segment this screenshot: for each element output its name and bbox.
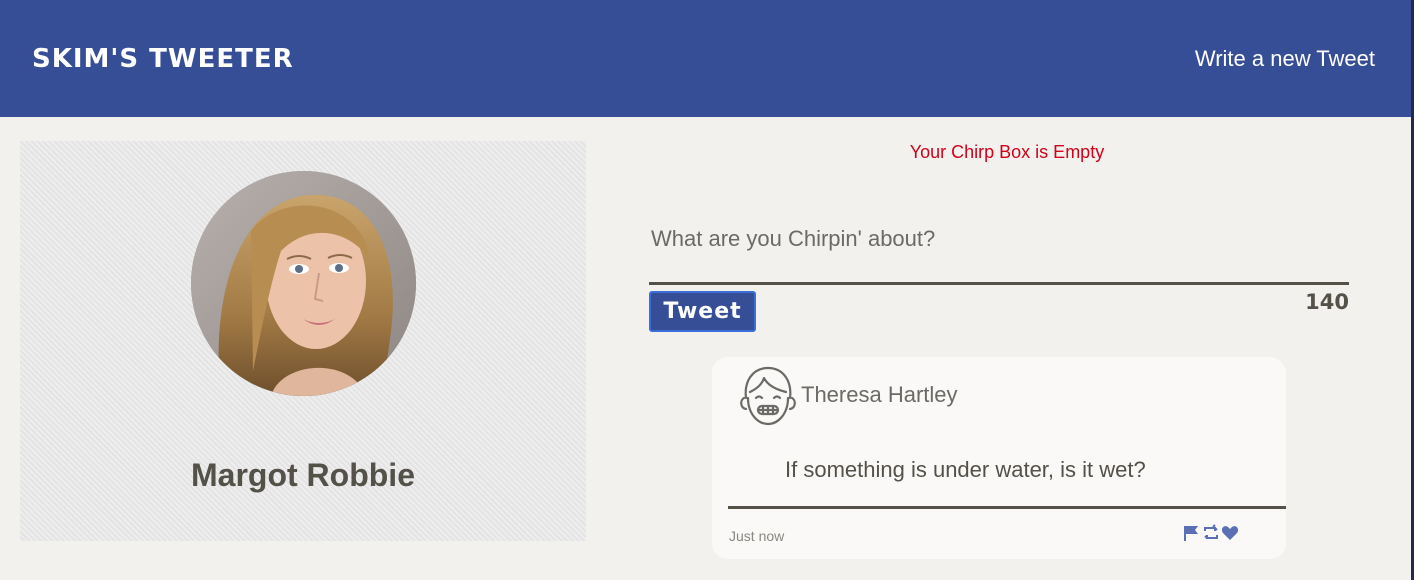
char-counter: 140 xyxy=(1305,290,1349,314)
tweet-input[interactable] xyxy=(649,218,1349,282)
brand-title: Skim's Tweeter xyxy=(32,43,294,74)
user-avatar-icon xyxy=(740,366,796,426)
profile-card: Margot Robbie xyxy=(20,141,586,541)
flag-icon[interactable] xyxy=(1183,524,1201,542)
input-underline xyxy=(649,282,1349,285)
tweet-actions xyxy=(1183,524,1239,542)
profile-name: Margot Robbie xyxy=(191,457,415,493)
profile-avatar xyxy=(191,171,416,396)
heart-icon[interactable] xyxy=(1221,524,1239,542)
tweet-text: If something is under water, is it wet? xyxy=(785,457,1146,482)
tweet-button[interactable]: Tweet xyxy=(649,291,756,332)
tweet-author: Theresa Hartley xyxy=(801,382,958,407)
write-new-tweet-link[interactable]: Write a new Tweet xyxy=(1195,46,1375,72)
tweet-card: Theresa Hartley If something is under wa… xyxy=(712,357,1286,559)
profile-photo xyxy=(191,171,416,396)
top-navbar: Skim's Tweeter Write a new Tweet xyxy=(0,0,1411,117)
retweet-icon[interactable] xyxy=(1202,524,1220,542)
app-root: Skim's Tweeter Write a new Tweet xyxy=(0,0,1414,580)
tweet-divider xyxy=(728,506,1286,509)
tweet-timestamp: Just now xyxy=(729,528,785,544)
composer-error-message: Your Chirp Box is Empty xyxy=(909,142,1105,162)
